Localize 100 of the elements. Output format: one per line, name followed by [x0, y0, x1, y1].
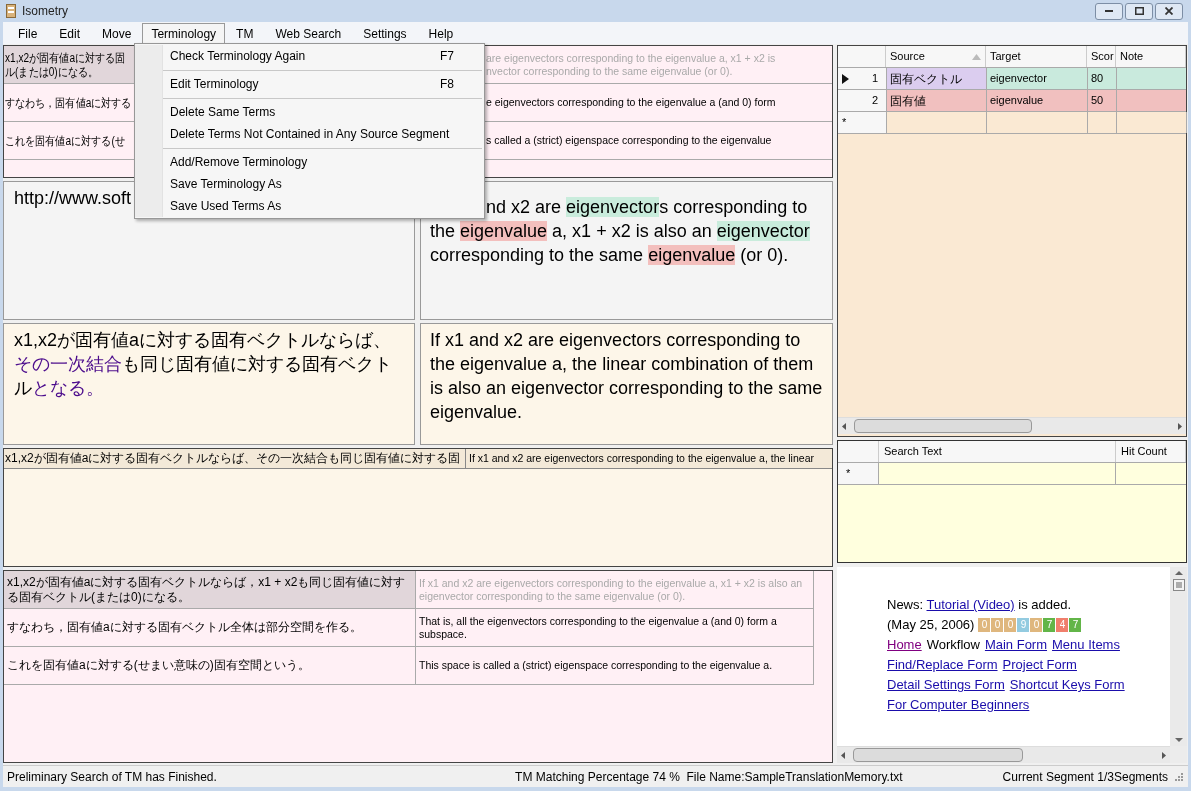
option-label: Save Used Terms As — [170, 198, 282, 215]
status-message: Preliminary Search of TM has Finished. — [7, 768, 217, 786]
tutorial-link[interactable]: Tutorial (Video) — [926, 597, 1015, 612]
option-label: Delete Same Terms — [170, 104, 276, 121]
row-header[interactable]: 2 — [838, 90, 887, 111]
help-link[interactable]: Project Form — [1002, 655, 1077, 675]
term-highlight: eigenvector — [716, 221, 810, 241]
maximize-icon — [1134, 7, 1144, 15]
counter-digit: 4 — [1056, 618, 1069, 632]
source-cell[interactable]: これを固有値aに対する(せまい意味の)固有空間という。 — [4, 647, 416, 684]
term-highlight: となる。 — [32, 378, 104, 398]
column-header[interactable]: Search Text — [879, 441, 1116, 462]
menu-item[interactable]: Edit — [48, 23, 92, 44]
row-number: 1 — [871, 71, 878, 87]
source-cell[interactable]: 固有値 — [887, 90, 987, 111]
new-row-marker: * — [838, 463, 879, 484]
resize-grip-icon[interactable] — [1174, 771, 1184, 782]
counter-digit: 0 — [1004, 618, 1017, 632]
column-header[interactable]: Note — [1116, 46, 1186, 67]
help-link[interactable]: Detail Settings Form — [887, 675, 1005, 695]
news-text: News: Tutorial (Video) is added. — [887, 596, 1072, 614]
close-icon — [1165, 7, 1173, 15]
source-cell[interactable]: 固有ベクトル — [887, 68, 987, 89]
target-cell[interactable]: If x1 and x2 are eigenvectors corresponding to the eigenvalue a, the linear — [466, 449, 832, 468]
menu-item[interactable]: Help — [417, 23, 465, 44]
source-preview: x1,x2が固有値aに対する固有ベクトルならば、 その一次結合 も同じ固有値に対する固有ベクトルとなる。 — [3, 323, 415, 445]
scroll-left-icon[interactable] — [841, 751, 845, 759]
target-preview: If x1 and x2 are eigenvectors corresponding to the eigenvalue a, the linear combination of them is also an eigenvector corresponding to the same eigenvalue. — [420, 323, 833, 445]
scroll-menu-icon[interactable] — [1172, 579, 1185, 591]
counter-digit: 0 — [991, 618, 1004, 632]
menu-item[interactable]: Move — [91, 23, 143, 44]
help-link[interactable]: Menu Items — [1052, 635, 1120, 655]
option-label: Delete Terms Not Contained in Any Source Segment — [170, 126, 450, 143]
menu-option[interactable]: Delete Same Terms — [163, 101, 484, 123]
row-number: 2 — [871, 93, 878, 109]
shortcut-label: F8 — [440, 76, 454, 93]
target-editor[interactable]: nd x2 are eigenvectors corresponding to the eigenvalue a, x1 + x2 is also an eigenvector corresponding to the same eigenvalue (or 0). — [420, 181, 833, 320]
help-link[interactable]: Home — [887, 635, 922, 655]
target-cell[interactable]: That is, all the eigenvectors corresponding to the eigenvalue a (and 0) form a subspace. — [416, 609, 813, 646]
score-cell[interactable]: 50 — [1088, 90, 1117, 111]
note-cell[interactable] — [1117, 90, 1186, 111]
term-highlight: eigenvalue — [460, 221, 548, 241]
nav-label: Workflow — [926, 636, 980, 654]
option-label: Edit Terminology — [170, 76, 259, 93]
term-highlight: eigenvector — [566, 197, 660, 217]
news-date: (May 25, 2006) — [887, 616, 975, 634]
source-text: これを固有値aに対する(せ — [5, 133, 125, 148]
score-cell[interactable]: 80 — [1088, 68, 1117, 89]
menu-item[interactable]: Settings — [352, 23, 418, 44]
scroll-down-icon[interactable] — [1174, 738, 1183, 742]
target-text: are eigenvectors corresponding to the eigenvalue a, x1 + x2 is — [486, 51, 777, 65]
counter-digit: 0 — [978, 618, 991, 632]
minimize-button[interactable] — [1095, 2, 1123, 20]
status-tm-info: TM Matching Percentage 74 % File Name:SampleTranslationMemory.txt — [515, 768, 903, 786]
term-highlight: eigenvalue — [648, 245, 736, 265]
option-label: Add/Remove Terminology — [170, 154, 308, 171]
target-text: e eigenvectors corresponding to the eigenvalue a (and 0) form — [486, 96, 777, 109]
note-cell[interactable] — [1117, 68, 1186, 89]
maximize-button[interactable] — [1125, 2, 1153, 20]
menu-option[interactable]: Edit Terminology F8 — [163, 73, 484, 95]
counter-digit: 7 — [1069, 618, 1082, 632]
scroll-right-icon[interactable] — [1178, 422, 1182, 430]
menu-item[interactable]: Web Search — [264, 23, 353, 44]
column-header[interactable]: Target — [986, 46, 1087, 67]
column-header[interactable]: Hit Count — [1116, 441, 1186, 462]
help-link[interactable]: Find/Replace Form — [887, 655, 998, 675]
menu-option[interactable]: Delete Terms Not Contained in Any Source Segment — [163, 123, 484, 145]
shortcut-label: F7 — [440, 48, 454, 65]
scroll-right-icon[interactable] — [1162, 751, 1166, 759]
menu-option[interactable]: Add/Remove Terminology — [163, 151, 484, 173]
target-cell[interactable]: eigenvector — [987, 68, 1088, 89]
row-header[interactable]: 1 — [838, 68, 887, 89]
target-text: nvector corresponding to the same eigenvalue (or 0). — [486, 64, 734, 78]
column-label: Source — [890, 49, 925, 65]
source-text: ル(または0)になる。 — [5, 64, 98, 79]
column-label: Target — [990, 49, 1021, 65]
minimize-icon — [1105, 10, 1113, 12]
counter-digit: 7 — [1043, 618, 1056, 632]
menu-option[interactable]: Check Terminology Again F7 — [163, 45, 484, 67]
target-cell[interactable]: eigenvalue — [987, 90, 1088, 111]
help-link[interactable]: Main Form — [984, 635, 1048, 655]
close-button[interactable] — [1155, 2, 1183, 20]
menu-item[interactable]: File — [7, 23, 49, 44]
column-header[interactable]: Source — [886, 46, 986, 67]
horizontal-scrollbar[interactable] — [838, 417, 1186, 434]
scroll-up-icon[interactable] — [1174, 571, 1183, 575]
help-link[interactable]: For Computer Beginners — [887, 695, 1030, 715]
term-highlight: その一次結合 — [14, 354, 122, 374]
target-cell[interactable]: This space is called a (strict) eigenspace corresponding to the eigenvalue a. — [416, 647, 813, 684]
counter-digit: 0 — [1030, 618, 1043, 632]
source-cell[interactable]: x1,x2が固有値aに対する固有ベクトルならば，x1 + x2も同じ固有値に対する固有ベクトル(または0)になる。 — [4, 571, 416, 608]
window-title: Isometry — [22, 3, 68, 20]
source-cell[interactable]: x1,x2が固有値aに対する固有ベクトルならば、その一次結合も同じ固有値に対する固 — [4, 449, 466, 468]
source-cell[interactable]: すなわち，固有値aに対する固有ベクトル全体は部分空間を作る。 — [4, 609, 416, 646]
scroll-left-icon[interactable] — [842, 422, 846, 430]
horizontal-scrollbar[interactable] — [837, 746, 1170, 763]
source-text: すなわち，固有値aに対する — [5, 95, 132, 110]
help-link[interactable]: Shortcut Keys Form — [1009, 675, 1125, 695]
menu-item[interactable]: Terminology — [142, 23, 226, 44]
menu-item[interactable]: TM — [225, 23, 265, 44]
